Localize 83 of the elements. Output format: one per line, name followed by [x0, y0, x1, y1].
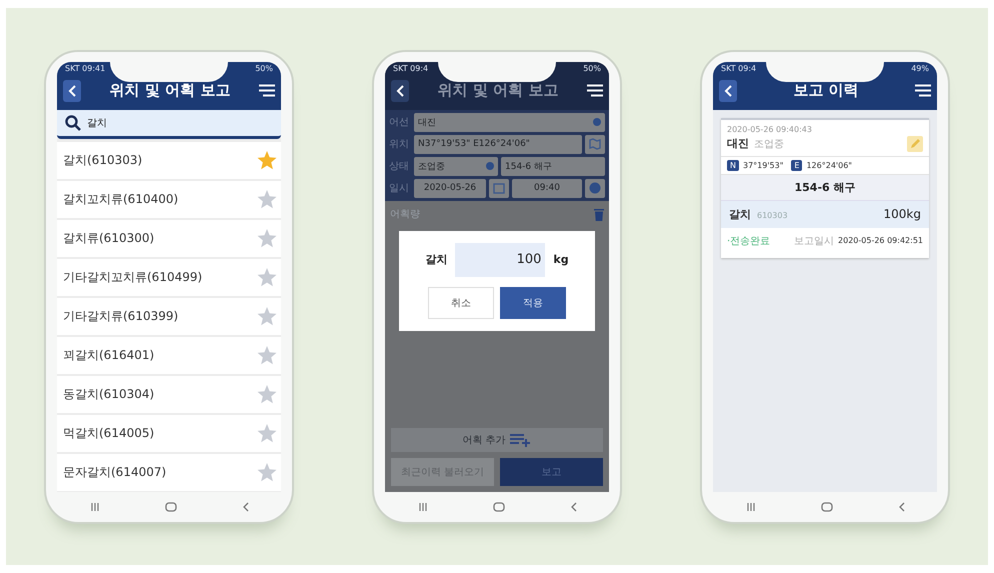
menu-icon[interactable] — [259, 84, 275, 97]
star-icon[interactable] — [257, 424, 277, 442]
longitude-tag: E — [791, 160, 802, 170]
battery-level: 50% — [255, 64, 273, 73]
menu-icon[interactable] — [587, 84, 603, 97]
map-button[interactable] — [585, 134, 605, 154]
screen-title: 위치 및 어획 보고 — [108, 81, 232, 100]
star-icon[interactable] — [257, 150, 277, 170]
fish-name: 갈치 — [729, 206, 751, 222]
fish-list-item[interactable]: 기타갈치꼬치류(610499) — [57, 258, 281, 296]
back-button[interactable] — [63, 80, 81, 102]
recent-apps-icon[interactable] — [746, 502, 756, 512]
longitude-value: 126°24'06" — [806, 160, 852, 170]
fish-list-item[interactable]: 동갈치(610304) — [57, 376, 281, 412]
star-icon[interactable] — [257, 346, 277, 364]
back-icon[interactable] — [570, 502, 576, 512]
menu-icon[interactable] — [915, 84, 931, 97]
map-icon — [589, 138, 601, 150]
back-button[interactable] — [719, 80, 737, 102]
vessel-name: 대진 — [727, 136, 749, 151]
status-time: SKT 09:41 — [65, 64, 106, 73]
home-icon[interactable] — [492, 502, 504, 512]
field-label: 위치 — [389, 138, 410, 151]
time-field[interactable]: 09:40 — [512, 178, 582, 198]
star-icon[interactable] — [257, 384, 277, 404]
calendar-icon — [493, 182, 505, 194]
star-icon[interactable] — [257, 268, 277, 286]
back-icon[interactable] — [242, 502, 248, 512]
back-icon[interactable] — [898, 502, 904, 512]
status-time: SKT 09:4 — [393, 64, 428, 73]
catch-weight: 100kg — [884, 206, 921, 220]
home-icon[interactable] — [820, 502, 832, 512]
latitude-value: 37°19'53" — [742, 160, 784, 170]
report-time: 2020-05-26 09:42:51 — [838, 236, 923, 245]
vessel-state: 조업중 — [754, 138, 785, 150]
add-catch-button[interactable]: 어획 추가 — [391, 428, 603, 452]
vessel-field[interactable]: 대진 — [414, 112, 605, 132]
star-icon[interactable] — [257, 190, 277, 208]
unit-label: kg — [553, 253, 569, 266]
home-icon[interactable] — [164, 502, 176, 512]
zone-field[interactable]: 154-6 해구 — [501, 156, 605, 176]
search-field[interactable]: 갈치 — [57, 110, 281, 138]
clock-icon — [589, 182, 601, 194]
dialog-button[interactable]: 취소 — [428, 286, 494, 318]
battery-level: 50% — [583, 64, 601, 73]
calendar-button[interactable] — [489, 178, 509, 198]
screen-title: 보고 이력 — [792, 81, 860, 100]
search-icon — [65, 114, 81, 130]
fish-name: 갈치 — [425, 252, 448, 267]
fish-list-item[interactable]: 문자갈치(614007) — [57, 454, 281, 490]
report-time-label: 보고일시 — [794, 234, 834, 248]
recent-apps-icon[interactable] — [90, 502, 100, 512]
fish-list-item[interactable]: 갈치꼬치류(610400) — [57, 180, 281, 218]
report-card[interactable]: 2020-05-26 09:40:43 대진 조업중 N 37°19'53" E 126°24'06" 154-6 해구 갈치 610303 100kg ·전송완료 보고일시 2020-05-26 09:42:51 — [721, 118, 929, 258]
fish-code: 610303 — [757, 210, 789, 220]
status-dropdown[interactable]: 조업중 — [414, 156, 498, 176]
screen-title: 위치 및 어획 보고 — [436, 81, 560, 100]
send-status: ·전송완료 — [727, 234, 772, 248]
star-icon[interactable] — [257, 306, 277, 326]
trash-icon[interactable] — [594, 206, 604, 220]
recent-apps-icon[interactable] — [418, 502, 428, 512]
list-add-icon — [510, 432, 532, 447]
fish-list-item[interactable]: 꾀갈치(616401) — [57, 336, 281, 374]
fish-list-item[interactable]: 먹갈치(614005) — [57, 414, 281, 452]
field-label: 일시 — [389, 182, 410, 195]
back-button[interactable] — [391, 80, 409, 102]
latitude-tag: N — [727, 160, 739, 170]
position-field[interactable]: N37°19'53" E126°24'06" — [414, 134, 582, 154]
fish-list-item[interactable]: 갈치류(610300) — [57, 220, 281, 256]
status-time: SKT 09:4 — [721, 64, 756, 73]
amount-input[interactable]: 100 — [455, 242, 546, 276]
created-time: 2020-05-26 09:40:43 — [726, 124, 813, 134]
star-icon[interactable] — [257, 462, 277, 482]
battery-level: 49% — [911, 64, 929, 73]
fish-list-item[interactable]: 갈치(610303) — [57, 142, 281, 178]
field-label: 어선 — [389, 116, 410, 129]
fish-list-item[interactable]: 기타갈치류(610399) — [57, 298, 281, 334]
zone-label: 154-6 해구 — [721, 174, 929, 200]
dialog-button[interactable]: 적용 — [500, 286, 566, 318]
date-field[interactable]: 2020-05-26 — [414, 178, 486, 198]
clock-button[interactable] — [585, 178, 605, 198]
star-icon[interactable] — [257, 228, 277, 248]
field-label: 상태 — [389, 160, 410, 173]
